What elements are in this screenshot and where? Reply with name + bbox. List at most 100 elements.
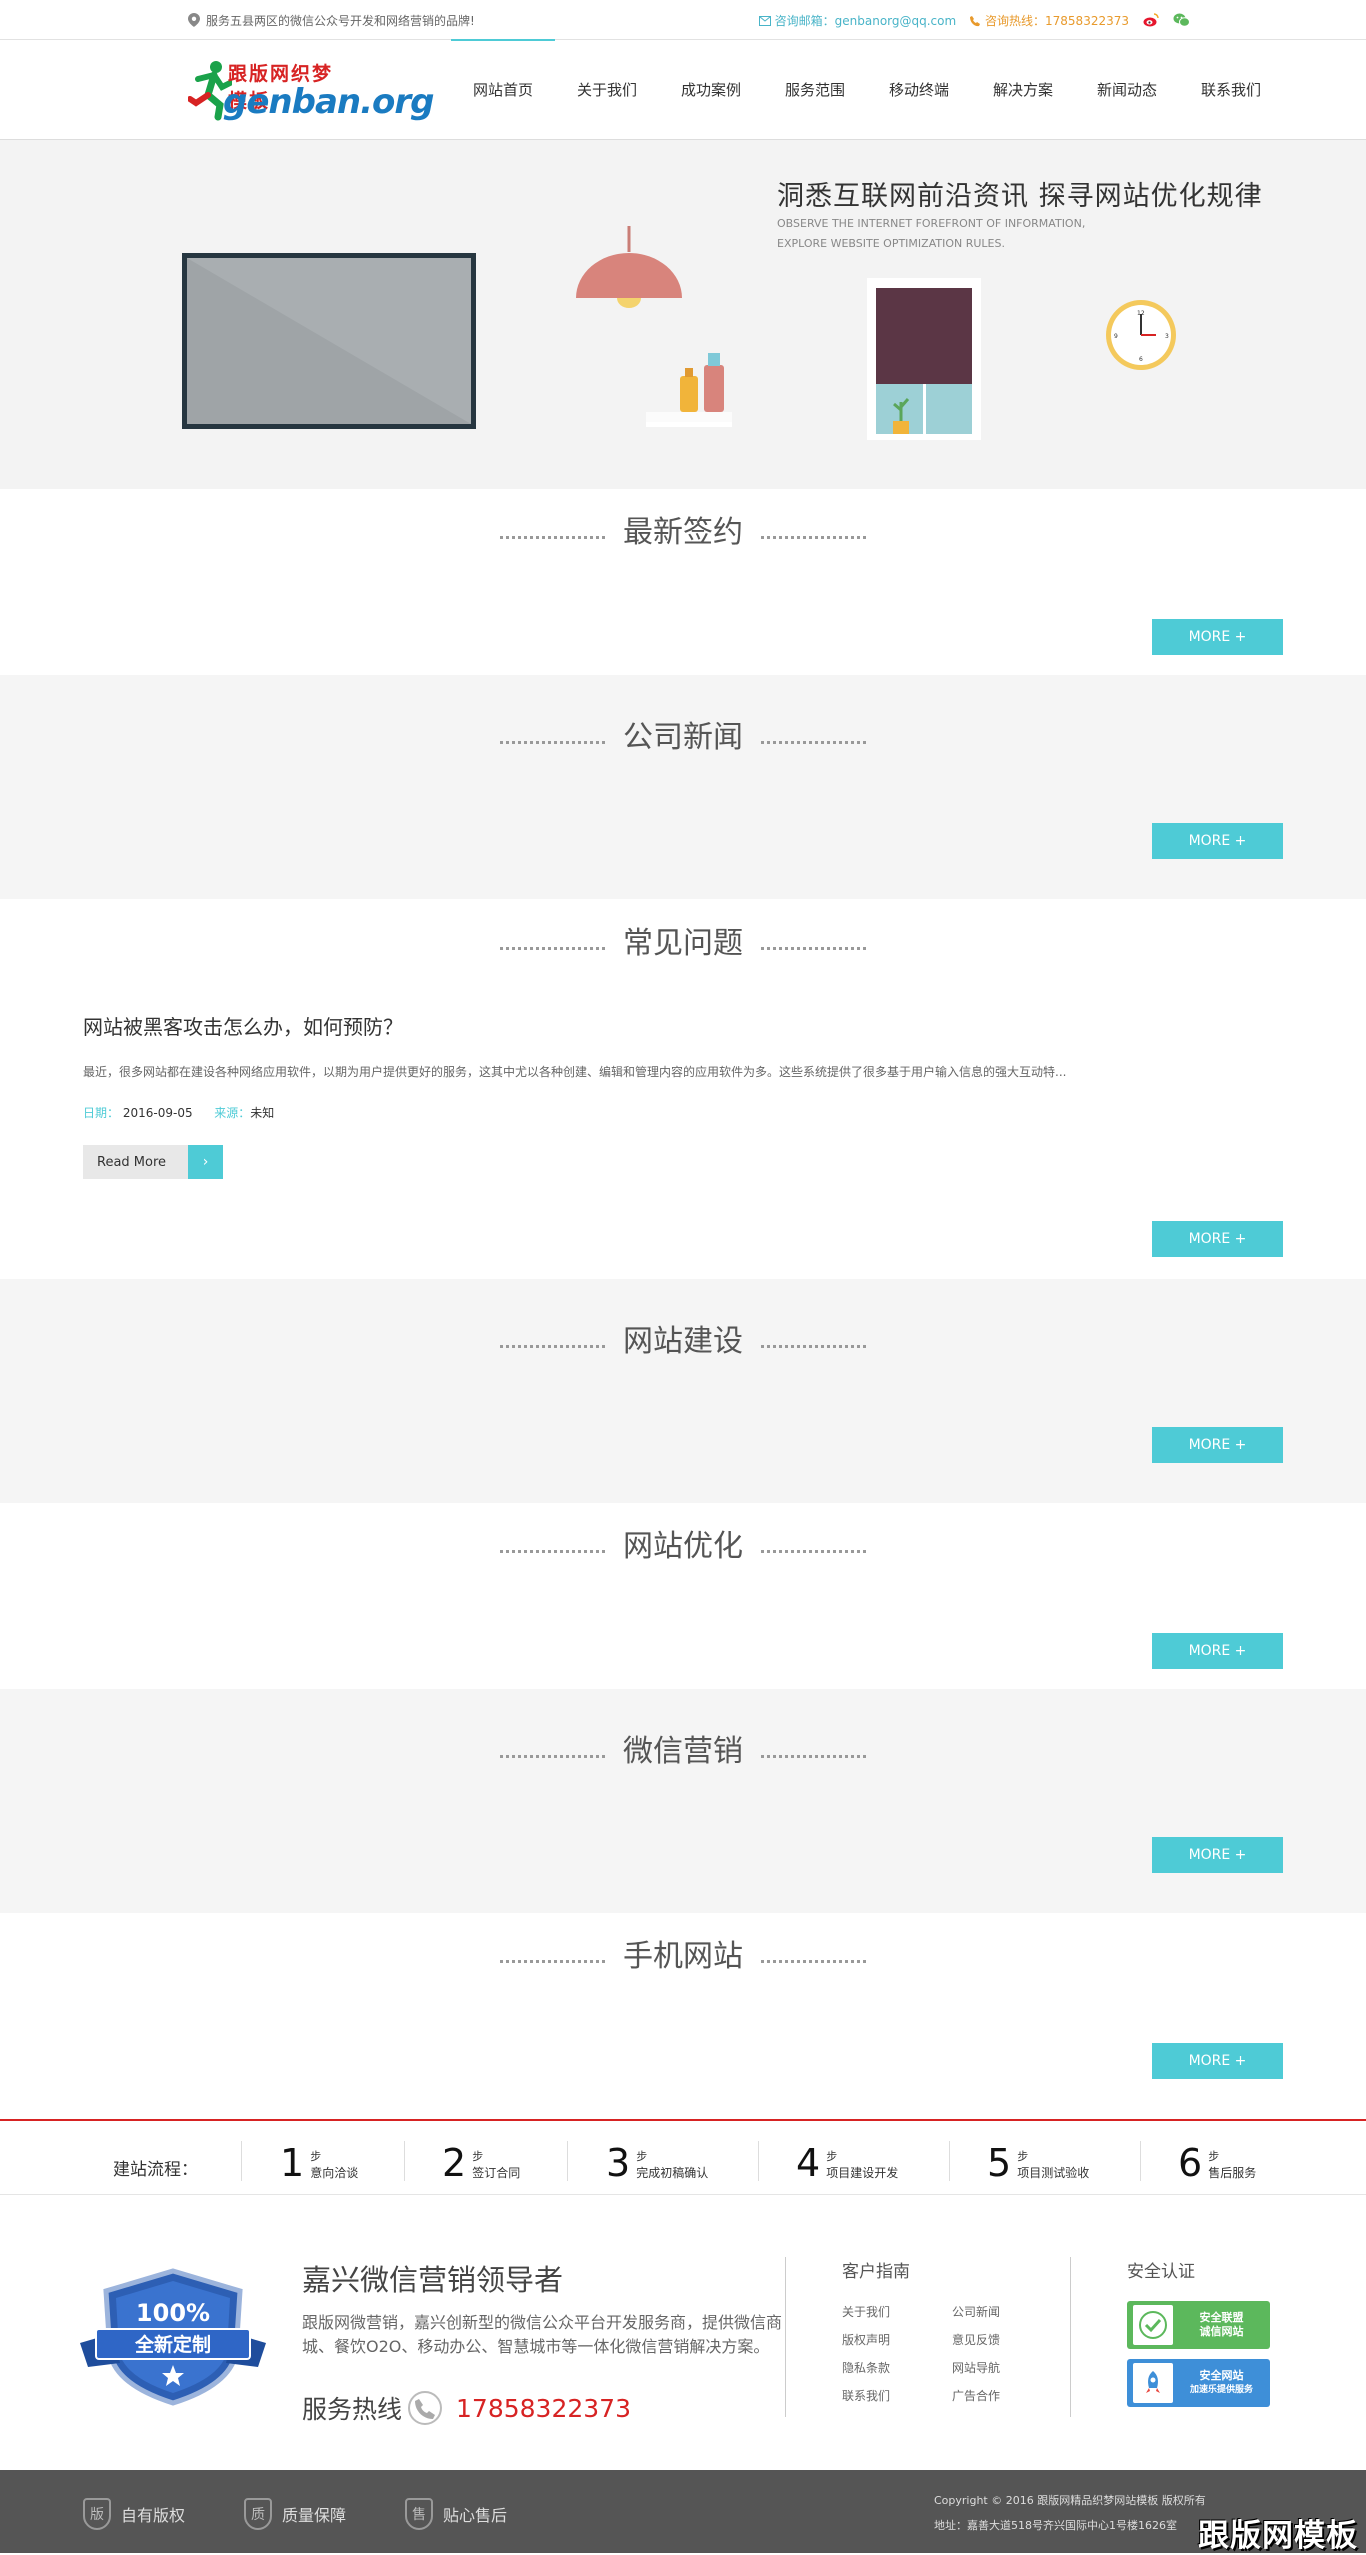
section-title: 常见问题 [0,918,1366,962]
more-button[interactable]: MORE + [1152,1837,1283,1873]
section-latest: 最新签约 MORE + [0,489,1366,675]
section-title-text: 公司新闻 [623,720,743,755]
copyright-text: Copyright © 2016 跟版网精品织梦网站模板 版权所有 [934,2494,1206,2507]
hotline-label: 服务热线 [302,2395,403,2424]
svg-text:3: 3 [1165,333,1169,340]
footer-description: 跟版网微营销，嘉兴创新型的微信公众平台开发服务商，提供微信商城、餐饮O2O、移动… [302,2313,783,2356]
nav-item-services[interactable]: 服务范围 [763,40,867,140]
clock-illustration: 12 3 6 9 [1106,300,1176,370]
source-label: 来源： [214,1106,251,1120]
slogan: 服务五县两区的微信公众号开发和网络营销的品牌! [188,12,475,29]
section-seo: 网站优化 MORE + [0,1503,1366,1689]
footer-link[interactable]: 关于我们 [842,2303,952,2321]
section-title: 微信营销 [0,1726,1366,1770]
footer-link[interactable]: 联系我们 [842,2387,952,2405]
shelf-illustration [646,353,732,427]
more-button[interactable]: MORE + [1152,619,1283,655]
section-news: 公司新闻 MORE + [0,675,1366,899]
guide-title: 客户指南 [842,2262,910,2282]
footer-title: 嘉兴微信营销领导者 [302,2263,564,2297]
more-button[interactable]: MORE + [1152,1633,1283,1669]
security-title: 安全认证 [1127,2262,1195,2282]
more-button[interactable]: MORE + [1152,823,1283,859]
wechat-icon[interactable] [1173,13,1190,28]
section-mobile: 手机网站 MORE + [0,1913,1366,2119]
nav-item-about[interactable]: 关于我们 [555,40,659,140]
feature-quality: 质 质量保障 [244,2498,346,2530]
weibo-icon[interactable] [1143,13,1159,28]
watermark: 跟版网模板 [1198,2518,1358,2554]
section-title-text: 最新签约 [623,515,743,550]
address-text: 地址：嘉善大道518号齐兴国际中心1号楼1626室 [934,2519,1177,2532]
process-step: 2 步签订合同 [442,2141,521,2185]
slogan-text: 服务五县两区的微信公众号开发和网络营销的品牌! [206,13,475,28]
process-step: 4 步项目建设开发 [796,2141,899,2185]
build-process-bar: 建站流程： 1 步意向洽谈 2 步签订合同 3 步完成初稿确认 4 步项目建设开发 5步… [0,2119,1366,2195]
shield-icon: 售 [405,2498,433,2530]
trust-badge[interactable]: 安全联盟 诚信网站 [1127,2301,1270,2349]
section-wechat: 微信营销 MORE + [0,1689,1366,1913]
section-title: 网站优化 [0,1521,1366,1565]
rocket-icon [1133,2363,1173,2403]
more-button[interactable]: MORE + [1152,1221,1283,1257]
svg-text:100%: 100% [136,2299,210,2327]
section-title: 最新签约 [0,507,1366,551]
svg-text:9: 9 [1114,333,1118,340]
feature-copyright: 版 自有版权 [83,2498,185,2530]
section-title-text: 微信营销 [623,1734,743,1769]
section-title-text: 手机网站 [623,1939,743,1974]
verified-check-icon [1133,2305,1173,2345]
nav-item-solutions[interactable]: 解决方案 [971,40,1075,140]
article-date: 2016-09-05 [122,1106,193,1120]
footer-info: 100% 全新定制 嘉兴微信营销领导者 跟版网微营销，嘉兴创新型的微信公众平台开… [0,2195,1366,2470]
wall-frame-illustration [182,253,476,429]
article-excerpt: 最近，很多网站都在建设各种网络应用软件，以期为用户提供更好的服务，这其中尤以各种… [83,1065,1067,1079]
footer-link[interactable]: 广告合作 [952,2387,1052,2405]
lamp-illustration [576,226,682,308]
section-title-text: 常见问题 [623,926,743,961]
section-faq: 常见问题 网站被黑客攻击怎么办，如何预防？ 最近，很多网站都在建设各种网络应用软… [0,899,1366,1279]
mail-icon [758,16,771,26]
custom-shield-badge: 100% 全新定制 [80,2268,266,2406]
footer-link[interactable]: 意见反馈 [952,2331,1052,2349]
footer-link[interactable]: 版权声明 [842,2331,952,2349]
nav-item-news[interactable]: 新闻动态 [1075,40,1179,140]
top-bar: 服务五县两区的微信公众号开发和网络营销的品牌! 咨询邮箱：genbanorg@q… [0,0,1366,40]
nav-item-home[interactable]: 网站首页 [451,39,555,140]
article-meta: 日期： 2016-09-05 来源：未知 [83,1104,274,1121]
feature-label: 质量保障 [282,2506,347,2525]
article-title[interactable]: 网站被黑客攻击怎么办，如何预防？ [83,1011,403,1040]
more-button[interactable]: MORE + [1152,1427,1283,1463]
section-title: 网站建设 [0,1316,1366,1360]
secure-site-badge[interactable]: 安全网站 加速乐提供服务 [1127,2359,1270,2407]
banner-title: 洞悉互联网前沿资讯 探寻网站优化规律 [777,181,1263,212]
site-header: 跟版网织梦模板 genban.org 网站首页 关于我们 成功案例 服务范围 移… [0,39,1366,140]
process-step: 5 步项目测试验收 [987,2141,1090,2185]
copyright-info: Copyright © 2016 跟版网精品织梦网站模板 版权所有 地址：嘉善大… [934,2488,1206,2538]
footer-link[interactable]: 公司新闻 [952,2303,1052,2321]
nav-item-cases[interactable]: 成功案例 [659,40,763,140]
site-logo[interactable]: 跟版网织梦模板 genban.org [188,55,434,125]
hero-banner: 12 3 6 9 洞悉互联网前沿资讯 探寻网站优化规律 OBSERVE THE … [0,140,1366,489]
hotline-text: 咨询热线：17858322373 [985,13,1129,28]
phone-icon [408,2391,443,2425]
footer-link[interactable]: 网站导航 [952,2359,1052,2377]
footer-link[interactable]: 隐私条款 [842,2359,952,2377]
banner-subtitle-line2: EXPLORE WEBSITE OPTIMIZATION RULES. [777,237,1005,250]
nav-item-contact[interactable]: 联系我们 [1179,40,1283,140]
process-step: 6 步售后服务 [1178,2141,1257,2185]
more-button[interactable]: MORE + [1152,2043,1283,2079]
process-step: 1 步意向洽谈 [280,2141,359,2185]
hotline-number[interactable]: 17858322373 [456,2394,631,2423]
process-step: 3 步完成初稿确认 [606,2141,709,2185]
section-title: 手机网站 [0,1931,1366,1975]
window-illustration [867,278,981,440]
contact-hotline[interactable]: 咨询热线：17858322373 [970,12,1129,29]
svg-text:6: 6 [1139,356,1143,363]
nav-item-mobile[interactable]: 移动终端 [867,40,971,140]
feature-aftersales: 售 贴心售后 [405,2498,507,2530]
svg-text:12: 12 [1137,310,1145,317]
contact-email[interactable]: 咨询邮箱：genbanorg@qq.com [758,12,956,29]
date-label: 日期： [83,1106,120,1120]
read-more-button[interactable]: Read More › [83,1145,223,1179]
